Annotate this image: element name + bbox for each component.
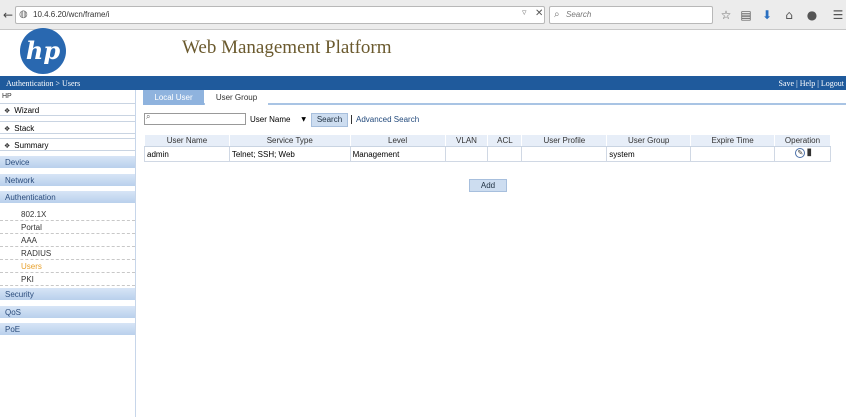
- column-header-level[interactable]: Level: [349, 134, 446, 147]
- diamond-icon: ❖: [4, 125, 11, 133]
- sidebar-category-qos[interactable]: QoS: [0, 306, 135, 319]
- diamond-icon: ❖: [4, 142, 11, 150]
- table-header-row: User Name Service Type Level VLAN ACL Us…: [144, 134, 832, 147]
- browser-toolbar: ← ◍ 10.4.6.20/wcn/frame/i ▿ ✕ ⌕ Search ☆…: [0, 0, 846, 30]
- cell-user-name: admin: [144, 146, 230, 162]
- cell-level: Management: [349, 146, 446, 162]
- search-icon: ⌕: [146, 112, 151, 121]
- table-row: admin Telnet; SSH; Web Management system…: [144, 146, 832, 162]
- home-icon[interactable]: ⌂: [781, 7, 797, 23]
- sidebar-item-portal[interactable]: Portal: [0, 221, 135, 234]
- chevron-down-icon: ▼: [301, 116, 306, 123]
- column-header-operation: Operation: [773, 134, 832, 147]
- app-header: [0, 30, 846, 76]
- sidebar-item-summary[interactable]: ❖ Summary: [0, 138, 135, 151]
- cell-service-type: Telnet; SSH; Web: [228, 146, 351, 162]
- search-field-select[interactable]: User Name ▼: [248, 113, 308, 127]
- breadcrumb: Authentication > Users: [6, 79, 81, 88]
- hamburger-menu-icon[interactable]: ☰: [830, 7, 846, 23]
- sidebar-item-users[interactable]: Users: [0, 260, 135, 273]
- sidebar-category-poe[interactable]: PoE: [0, 323, 135, 336]
- sidebar-category-security[interactable]: Security: [0, 288, 135, 301]
- breadcrumb-bar: [0, 76, 846, 90]
- sidebar-root: HP: [2, 93, 12, 100]
- save-link[interactable]: Save: [779, 79, 795, 88]
- sidebar-category-network[interactable]: Network: [0, 174, 135, 187]
- browser-search-box[interactable]: ⌕ Search: [549, 6, 713, 24]
- tab-local-user[interactable]: Local User: [143, 90, 204, 105]
- search-button[interactable]: Search: [311, 113, 348, 127]
- close-icon[interactable]: ✕: [535, 8, 543, 19]
- page-title: Web Management Platform: [182, 37, 392, 58]
- dropdown-arrow-icon[interactable]: ▿: [522, 8, 527, 18]
- logout-link[interactable]: Logout: [821, 79, 844, 88]
- hp-logo: hp: [20, 28, 66, 74]
- address-text: 10.4.6.20/wcn/frame/i: [33, 10, 110, 19]
- sidebar-category-device[interactable]: Device: [0, 156, 135, 169]
- diamond-icon: ❖: [4, 107, 11, 115]
- column-header-user-group[interactable]: User Group: [606, 134, 692, 147]
- chat-bubble-icon[interactable]: ●: [804, 7, 820, 23]
- bookmark-star-icon[interactable]: ☆: [718, 7, 734, 23]
- back-arrow-icon[interactable]: ←: [0, 6, 16, 24]
- sidebar-category-authentication[interactable]: Authentication: [0, 191, 135, 204]
- tab-bar: Local User User Group: [143, 90, 846, 105]
- sidebar-item-8021x[interactable]: 802.1X: [0, 208, 135, 221]
- address-bar[interactable]: ◍ 10.4.6.20/wcn/frame/i ▿ ✕: [15, 6, 545, 24]
- cell-vlan: [444, 146, 489, 162]
- sidebar-item-pki[interactable]: PKI: [0, 273, 135, 286]
- sidebar-item-stack[interactable]: ❖ Stack: [0, 121, 135, 134]
- cell-acl: [487, 146, 523, 162]
- search-placeholder: Search: [566, 10, 592, 19]
- cell-expire-time: [690, 146, 775, 162]
- sidebar-item-radius[interactable]: RADIUS: [0, 247, 135, 260]
- cell-user-group: system: [606, 146, 692, 162]
- tab-user-group[interactable]: User Group: [205, 90, 268, 105]
- column-header-user-profile[interactable]: User Profile: [521, 134, 608, 147]
- sidebar-item-wizard[interactable]: ❖ Wizard: [0, 103, 135, 116]
- column-header-user-name[interactable]: User Name: [144, 134, 230, 147]
- globe-icon: ◍: [19, 9, 28, 20]
- reading-list-icon[interactable]: ▤: [738, 7, 754, 23]
- sidebar-item-aaa[interactable]: AAA: [0, 234, 135, 247]
- column-header-expire-time[interactable]: Expire Time: [690, 134, 775, 147]
- column-header-vlan[interactable]: VLAN: [444, 134, 489, 147]
- cell-user-profile: [521, 146, 608, 162]
- column-header-service-type[interactable]: Service Type: [228, 134, 351, 147]
- cell-operation: ✎ ▮: [773, 146, 832, 162]
- search-icon: ⌕: [554, 9, 560, 20]
- help-link[interactable]: Help: [800, 79, 816, 88]
- advanced-search-link[interactable]: Advanced Search: [351, 115, 419, 124]
- column-header-acl[interactable]: ACL: [487, 134, 523, 147]
- search-input[interactable]: ⌕: [144, 112, 246, 125]
- add-button[interactable]: Add: [469, 179, 507, 192]
- trash-icon[interactable]: ▮: [806, 147, 812, 158]
- edit-icon[interactable]: ✎: [795, 148, 806, 158]
- download-arrow-icon[interactable]: ⬇: [759, 7, 775, 23]
- header-links: Save | Help | Logout: [778, 79, 844, 88]
- operation-icons: ✎ ▮: [787, 147, 817, 159]
- users-table: User Name Service Type Level VLAN ACL Us…: [144, 134, 832, 162]
